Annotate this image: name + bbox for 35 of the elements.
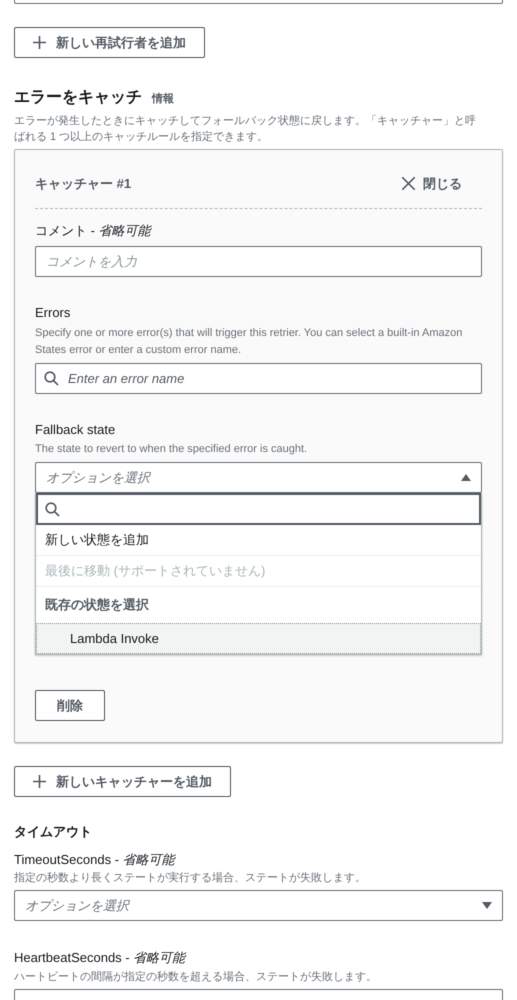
field-description: ハートビートの間隔が指定の秒数を超える場合、ステートが失敗します。 [14,970,378,984]
info-link[interactable]: 情報 [152,91,174,108]
input-field[interactable] [14,0,503,4]
plus-icon [33,36,46,49]
select-field[interactable]: オプションを選択 [35,462,482,493]
section-title: タイムアウト [14,823,93,841]
field-label: HeartbeatSeconds - 省略可能 [14,949,188,967]
search-icon [44,370,59,386]
field-label: Fallback state [35,420,116,438]
search-field[interactable]: Enter an error name [35,362,482,394]
field-description: 指定の秒数より長くステートが実行する場合、ステートが失敗します。 [14,871,367,886]
input-field[interactable]: コメントを入力 [35,246,482,277]
section-title: エラーをキャッチ [14,88,142,108]
dropdown-option[interactable]: Lambda Invoke [36,623,481,654]
field-label: コメント - 省略可能 [35,222,153,240]
delete-button[interactable]: 削除 [35,690,105,721]
close-icon [402,177,415,190]
dropdown-option: 最後に移動 (サポートされていません) [36,556,481,587]
search-field[interactable] [36,493,481,525]
field-description: The state to revert to when the specified error is caught. [35,442,308,457]
option-group-label: 既存の状態を選択 [44,596,150,614]
search-icon [45,502,60,517]
add-button[interactable]: 新しいキャッチャーを追加 [14,766,231,797]
dropdown-option[interactable]: 新しい状態を追加 [36,525,481,556]
plus-icon [33,775,46,788]
field-label: TimeoutSeconds - 省略可能 [14,850,177,868]
catcher-title: キャッチャー #1 [35,175,132,193]
caret-icon [482,902,492,909]
add-button[interactable]: 新しい再試行者を追加 [14,27,205,58]
field-label: Errors [35,304,72,322]
field-description: Specify one or more error(s) that will trigger this retrier. You can select a built-in Amazon States error or enter a custom error name. [35,326,464,358]
select-field[interactable]: オプションを選択 [14,890,503,921]
section-description: エラーが発生したときにキャッチしてフォールバック状態に戻します。「キャッチャー」と呼ばれる 1 つ以上のキャッチルールを指定できます。 [14,114,477,145]
close-button[interactable]: 閉じる [402,174,462,194]
caret-icon [461,474,471,481]
